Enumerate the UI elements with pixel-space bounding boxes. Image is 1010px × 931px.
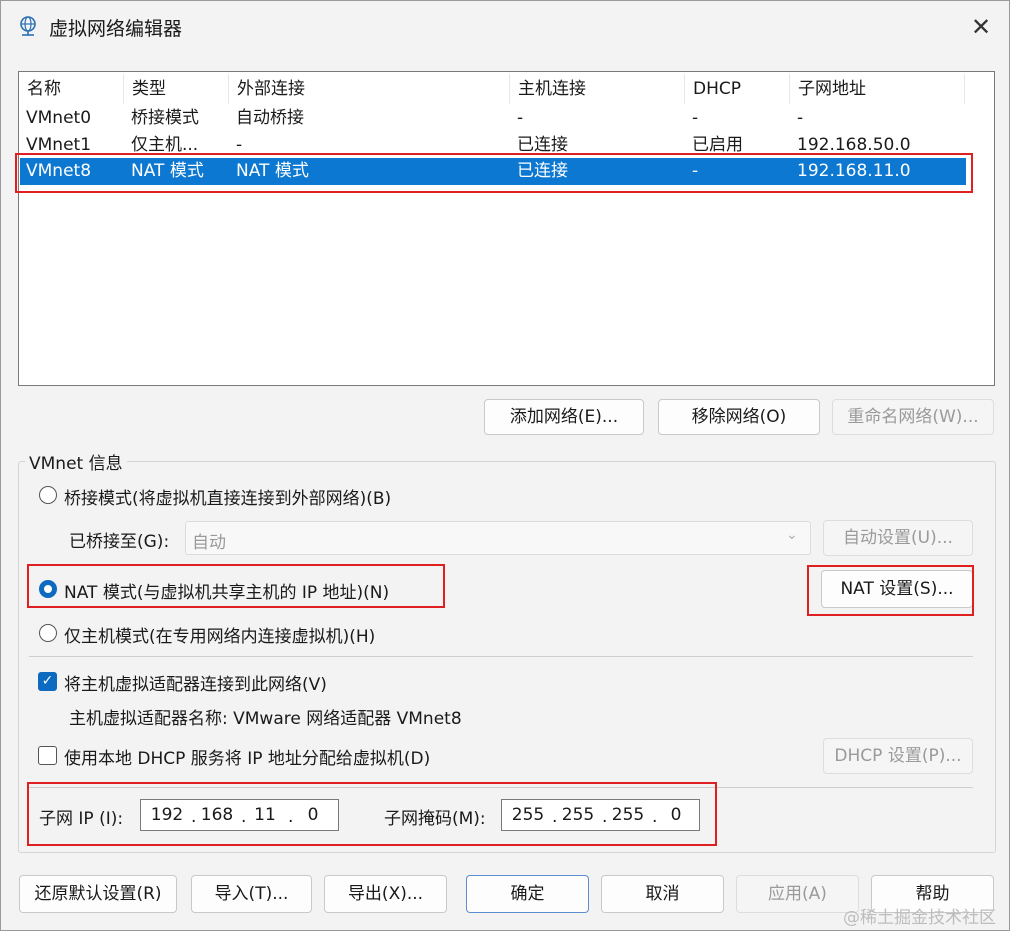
- cell-host: -: [517, 108, 524, 128]
- remove-network-button[interactable]: 移除网络(O): [658, 399, 820, 435]
- adapter-name-text: 主机虚拟适配器名称: VMware 网络适配器 VMnet8: [69, 709, 462, 729]
- ok-button[interactable]: 确定: [466, 875, 589, 913]
- apply-button[interactable]: 应用(A): [736, 875, 859, 913]
- dhcp-checkbox[interactable]: [38, 746, 57, 765]
- restore-defaults-button[interactable]: 还原默认设置(R): [19, 875, 177, 913]
- column-header-host[interactable]: 主机连接: [510, 74, 685, 104]
- highlight-box-selected-row: [15, 153, 973, 193]
- cell-dhcp: -: [692, 108, 699, 128]
- cell-external: 自动桥接: [236, 108, 304, 128]
- dhcp-label[interactable]: 使用本地 DHCP 服务将 IP 地址分配给虚拟机(D): [64, 744, 430, 769]
- bridged-to-label: 已桥接至(G):: [69, 532, 170, 552]
- bridged-to-select[interactable]: 自动 ⌄: [185, 521, 811, 555]
- column-header-type[interactable]: 类型: [124, 74, 229, 104]
- table-row[interactable]: VMnet0 桥接模式 自动桥接 - - -: [20, 105, 966, 132]
- connect-adapter-checkbox[interactable]: ✓: [38, 672, 57, 691]
- column-header-subnet[interactable]: 子网地址: [790, 74, 965, 104]
- cell-subnet: -: [797, 108, 804, 128]
- cancel-button[interactable]: 取消: [601, 875, 724, 913]
- highlight-box-subnet: [27, 782, 717, 846]
- bridged-mode-label[interactable]: 桥接模式(将虚拟机直接连接到外部网络)(B): [64, 484, 391, 509]
- host-only-label[interactable]: 仅主机模式(在专用网络内连接虚拟机)(H): [64, 622, 375, 647]
- column-header-external[interactable]: 外部连接: [229, 74, 510, 104]
- vmnet-info-label: VMnet 信息: [25, 449, 127, 474]
- column-header-dhcp[interactable]: DHCP: [685, 74, 790, 104]
- rename-network-button[interactable]: 重命名网络(W)...: [832, 399, 994, 435]
- host-only-radio[interactable]: [39, 624, 57, 642]
- export-button[interactable]: 导出(X)...: [324, 875, 447, 913]
- title-bar: 虚拟网络编辑器 ✕: [1, 1, 1009, 53]
- import-button[interactable]: 导入(T)...: [191, 875, 312, 913]
- auto-settings-button[interactable]: 自动设置(U)...: [823, 520, 973, 556]
- separator: [29, 656, 973, 657]
- add-network-button[interactable]: 添加网络(E)...: [484, 399, 644, 435]
- dhcp-settings-button[interactable]: DHCP 设置(P)...: [823, 738, 973, 774]
- watermark-text: @稀土掘金技术社区: [843, 908, 996, 928]
- cell-name: VMnet0: [26, 108, 92, 128]
- highlight-box-nat-mode: [27, 564, 445, 608]
- virtual-network-editor-dialog: 虚拟网络编辑器 ✕ 名称 类型 外部连接 主机连接 DHCP 子网地址 VMne…: [0, 0, 1010, 931]
- network-table[interactable]: 名称 类型 外部连接 主机连接 DHCP 子网地址 VMnet0 桥接模式 自动…: [18, 71, 995, 386]
- close-button[interactable]: ✕: [961, 9, 1001, 45]
- bridged-to-value: 自动: [192, 533, 226, 553]
- highlight-box-nat-settings: [807, 565, 974, 616]
- column-header-name[interactable]: 名称: [19, 74, 124, 104]
- network-globe-icon: [20, 16, 36, 36]
- bridged-mode-radio[interactable]: [39, 486, 57, 504]
- connect-adapter-label[interactable]: 将主机虚拟适配器连接到此网络(V): [64, 670, 327, 695]
- close-icon: ✕: [970, 13, 992, 41]
- cell-type: 桥接模式: [131, 108, 199, 128]
- window-title: 虚拟网络编辑器: [49, 18, 183, 40]
- chevron-down-icon: ⌄: [786, 527, 798, 543]
